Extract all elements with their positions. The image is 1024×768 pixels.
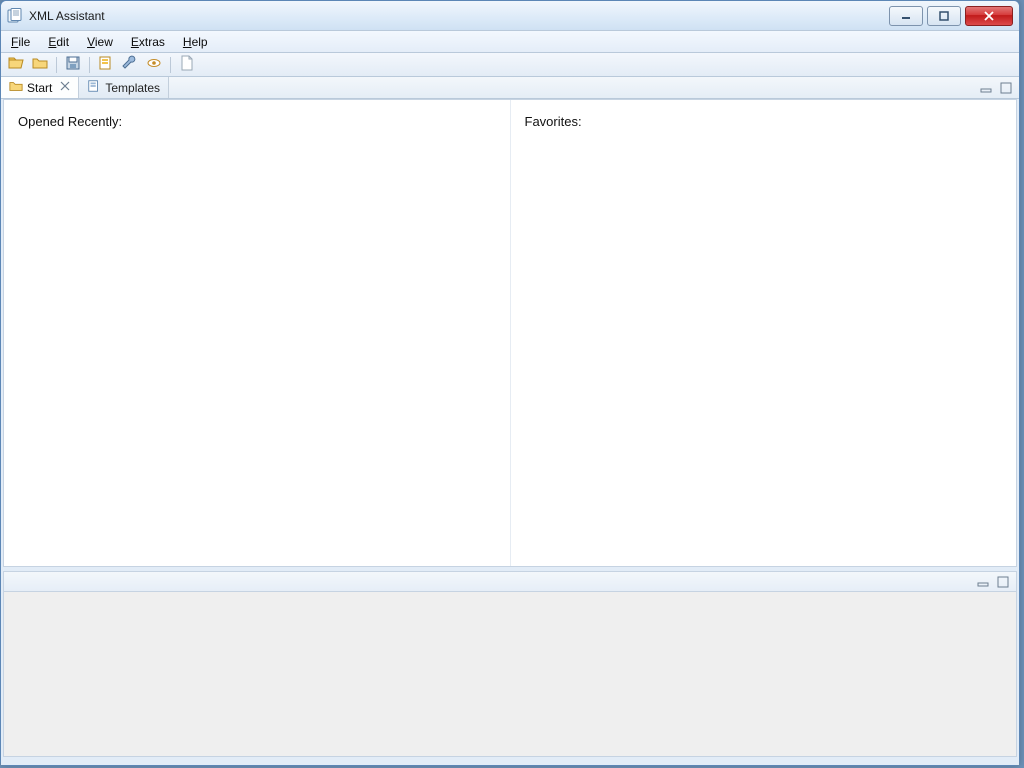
transform-button[interactable]: [119, 55, 141, 75]
maximize-button[interactable]: [927, 6, 961, 26]
menu-edit[interactable]: Edit: [44, 33, 73, 51]
save-icon: [65, 55, 81, 74]
menu-view[interactable]: View: [83, 33, 117, 51]
menu-file[interactable]: File: [7, 33, 34, 51]
app-window: XML Assistant File Edit View Extras Help: [0, 0, 1020, 766]
start-pane: Opened Recently: Favorites:: [3, 99, 1017, 567]
toolbar: [1, 53, 1019, 77]
recent-header: Opened Recently:: [18, 114, 122, 129]
window-title: XML Assistant: [29, 9, 105, 23]
eye-icon: [146, 55, 162, 74]
menubar: File Edit View Extras Help: [1, 31, 1019, 53]
minimize-pane-button[interactable]: [979, 81, 993, 95]
favorites-column: Favorites:: [510, 100, 1017, 566]
wrench-icon: [122, 55, 138, 74]
bottom-panel-controls: [4, 572, 1016, 592]
minimize-button[interactable]: [889, 6, 923, 26]
tab-label: Templates: [105, 81, 160, 95]
validate-icon: [98, 55, 114, 74]
favorites-header: Favorites:: [525, 114, 582, 129]
recent-column: Opened Recently:: [4, 100, 510, 566]
close-button[interactable]: [965, 6, 1013, 26]
main-area: Opened Recently: Favorites:: [1, 99, 1019, 765]
maximize-pane-button[interactable]: [999, 81, 1013, 95]
open-folder-icon: [8, 55, 24, 74]
tabstrip: Start Templates: [1, 77, 1019, 99]
tab-start[interactable]: Start: [1, 77, 79, 98]
document-icon: [179, 55, 195, 74]
tab-templates[interactable]: Templates: [79, 77, 169, 98]
preview-button[interactable]: [143, 55, 165, 75]
folder-tab-icon: [9, 79, 23, 96]
window-controls: [885, 6, 1013, 26]
menu-extras[interactable]: Extras: [127, 33, 169, 51]
new-document-button[interactable]: [176, 55, 198, 75]
open-archive-button[interactable]: [29, 55, 51, 75]
validate-button[interactable]: [95, 55, 117, 75]
titlebar: XML Assistant: [1, 1, 1019, 31]
menu-help[interactable]: Help: [179, 33, 212, 51]
tab-close-icon[interactable]: [60, 81, 70, 94]
open-folder-button[interactable]: [5, 55, 27, 75]
save-button[interactable]: [62, 55, 84, 75]
folder-closed-icon: [32, 55, 48, 74]
bottom-panel: [3, 571, 1017, 757]
bottom-maximize-button[interactable]: [996, 575, 1010, 589]
app-icon: [7, 8, 23, 24]
templates-tab-icon: [87, 79, 101, 96]
bottom-panel-body: [4, 592, 1016, 756]
bottom-minimize-button[interactable]: [976, 575, 990, 589]
tab-label: Start: [27, 81, 52, 95]
